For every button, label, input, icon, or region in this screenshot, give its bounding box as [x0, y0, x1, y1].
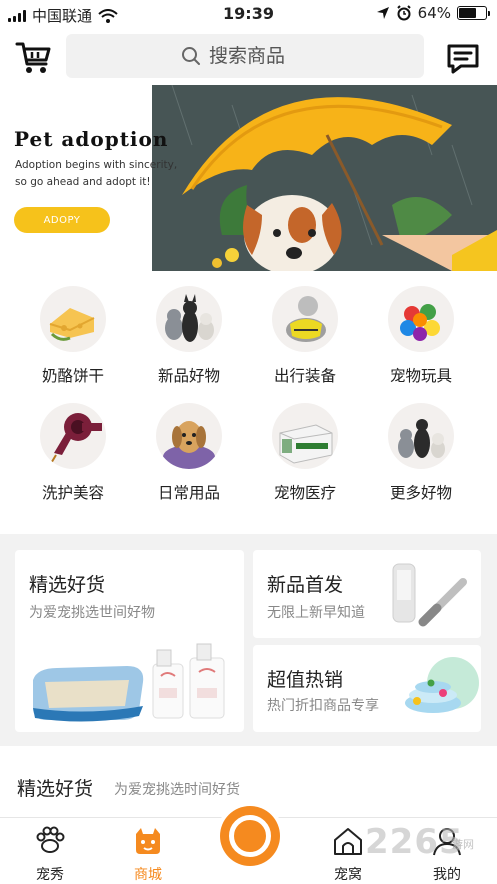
category-daily-supplies[interactable]: 日常用品: [134, 397, 244, 507]
tab-pet-show[interactable]: 宠秀: [10, 818, 90, 884]
category-pet-medical[interactable]: 宠物医疗: [250, 397, 360, 507]
category-travel-gear[interactable]: 出行装备: [250, 280, 360, 390]
tab-shop[interactable]: 商城: [108, 818, 188, 884]
category-label: 宠物玩具: [389, 367, 452, 385]
category-label: 更多好物: [389, 484, 452, 502]
center-action-button[interactable]: [220, 806, 280, 866]
featured-title: 精选好货: [17, 778, 94, 800]
banner-title: Pet adoption: [14, 127, 169, 151]
cart-button[interactable]: [14, 38, 54, 78]
battery-icon: [457, 6, 490, 20]
watermark: 2265: [365, 822, 464, 862]
hair-dryer-icon: [40, 403, 106, 469]
category-more-goods[interactable]: 更多好物: [366, 397, 476, 507]
paw-icon: [36, 826, 65, 853]
category-label: 新品好物: [157, 367, 220, 385]
battery-percent: 64%: [417, 4, 451, 22]
top-bar: [0, 32, 497, 82]
category-grooming[interactable]: 洗护美容: [18, 397, 128, 507]
featured-subtitle: 为爱宠挑选时间好货: [114, 782, 240, 798]
category-new-goods[interactable]: 新品好物: [134, 280, 244, 390]
test-kit-icon: [272, 403, 338, 469]
category-cheese-biscuit[interactable]: 奶酪饼干: [18, 280, 128, 390]
card-hot-sales[interactable]: 超值热销 热门折扣商品专享: [253, 645, 481, 732]
category-grid: 奶酪饼干 新品好物 出行装备 宠物玩具 洗护美容 日常用品 宠物医疗 更多好物: [0, 280, 497, 518]
card-subtitle: 为爱宠挑选世间好物: [29, 605, 155, 621]
pet-house-icon: [334, 828, 362, 855]
card-subtitle: 热门折扣商品专享: [267, 698, 379, 714]
pet-bed-and-shampoo-image: [33, 643, 225, 722]
dog-vest-icon: [272, 286, 338, 352]
dog-cat-icon: [156, 286, 222, 352]
alarm-icon: [396, 5, 411, 21]
cat-toy-image: [405, 657, 479, 713]
message-button[interactable]: [443, 38, 483, 78]
card-title: 精选好货: [29, 574, 106, 596]
category-label: 日常用品: [157, 484, 220, 502]
tab-label: 宠窝: [334, 867, 362, 883]
pets-group-icon: [388, 403, 454, 469]
camera-ring-icon: [229, 815, 271, 857]
banner[interactable]: Pet adoption Adoption begins with sincer…: [0, 85, 497, 271]
status-bar: 中国联通 19:39 64%: [0, 0, 497, 28]
search-input[interactable]: [209, 45, 309, 67]
tab-label: 商城: [134, 867, 162, 883]
category-label: 洗护美容: [41, 484, 104, 502]
category-label: 奶酪饼干: [41, 367, 104, 385]
category-label: 宠物医疗: [273, 484, 336, 502]
search-bar[interactable]: [66, 34, 424, 78]
puppy-towel-icon: [156, 403, 222, 469]
search-icon: [182, 47, 200, 65]
toy-ball-icon: [388, 286, 454, 352]
message-icon: [447, 44, 479, 74]
card-new-arrivals[interactable]: 新品首发 无限上新早知道: [253, 550, 481, 638]
category-pet-toys[interactable]: 宠物玩具: [366, 280, 476, 390]
shop-dog-icon: [136, 828, 160, 854]
banner-subtitle: Adoption begins with sincerity, so go ah…: [15, 159, 178, 188]
category-label: 出行装备: [273, 367, 336, 385]
adopt-button[interactable]: ADOPY: [14, 207, 110, 233]
card-subtitle: 无限上新早知道: [267, 605, 365, 621]
location-icon: [376, 7, 389, 19]
banner-illustration: [152, 85, 497, 271]
card-title: 新品首发: [267, 574, 344, 596]
card-title: 超值热销: [267, 669, 344, 691]
tab-label: 我的: [433, 867, 461, 883]
watermark-sub: 游网: [452, 838, 474, 851]
cheese-icon: [40, 286, 106, 352]
lint-roller-image: [392, 563, 467, 627]
card-selected-goods[interactable]: 精选好货 为爱宠挑选世间好物: [15, 550, 244, 732]
cart-icon: [15, 42, 51, 73]
tab-label: 宠秀: [36, 867, 64, 883]
